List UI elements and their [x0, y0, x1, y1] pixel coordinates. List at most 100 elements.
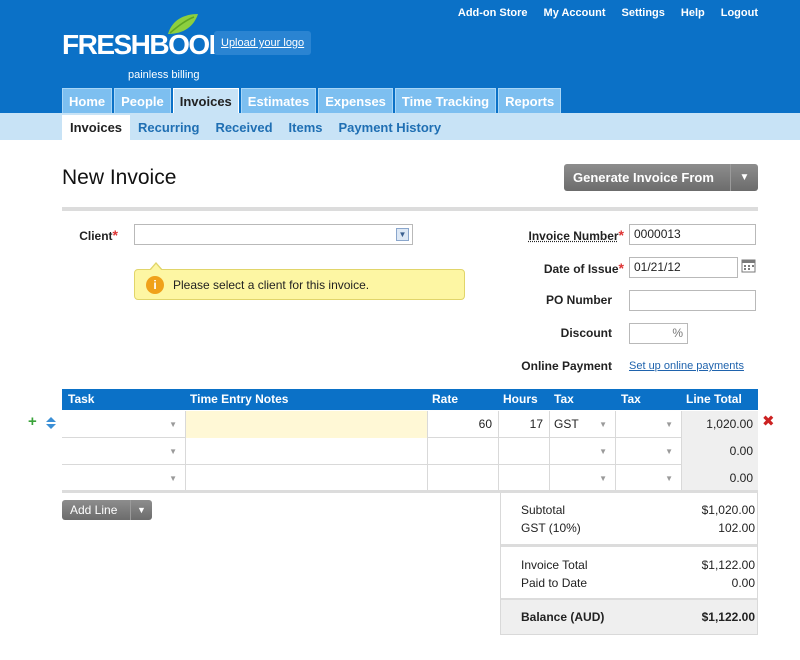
chevron-down-icon[interactable]: ▼	[130, 500, 152, 520]
tooltip-text: Please select a client for this invoice.	[173, 278, 370, 292]
tab-expenses[interactable]: Expenses	[318, 88, 393, 113]
help-link[interactable]: Help	[681, 7, 705, 19]
hours-input[interactable]	[499, 465, 550, 492]
balance-row: Balance (AUD) $1,122.00	[521, 610, 755, 624]
tab-home[interactable]: Home	[62, 88, 113, 113]
table-row: ▼ ▼ ▼ 0.00	[62, 465, 758, 492]
reorder-arrows-icon[interactable]	[45, 416, 57, 430]
tax1-select[interactable]: ▼	[550, 465, 616, 492]
subtotal-row: Subtotal $1,020.00	[521, 503, 755, 517]
chevron-down-icon[interactable]: ▼	[396, 228, 409, 241]
task-select[interactable]: ▼	[62, 465, 186, 492]
hours-input[interactable]	[499, 438, 550, 465]
header-hours: Hours	[503, 392, 538, 406]
date-of-issue-input[interactable]: 01/21/12	[629, 257, 738, 278]
invoice-total-row: Invoice Total $1,122.00	[521, 558, 755, 572]
add-row-icon[interactable]: +	[28, 414, 37, 429]
setup-online-payments-link[interactable]: Set up online payments	[629, 360, 744, 372]
subtotal-label: Subtotal	[521, 503, 566, 517]
chevron-down-icon: ▼	[169, 447, 177, 456]
divider	[62, 207, 758, 211]
subtab-received[interactable]: Received	[207, 115, 280, 140]
chevron-down-icon: ▼	[665, 474, 673, 483]
table-row: ▼ ▼ ▼ 0.00	[62, 438, 758, 465]
generate-invoice-label: Generate Invoice From	[573, 170, 714, 185]
main-nav: Home People Invoices Estimates Expenses …	[62, 88, 562, 113]
add-on-store-link[interactable]: Add-on Store	[458, 7, 528, 19]
tax1-select[interactable]: ▼	[550, 438, 616, 465]
logout-link[interactable]: Logout	[721, 7, 758, 19]
settings-link[interactable]: Settings	[621, 7, 664, 19]
calendar-icon[interactable]	[741, 258, 756, 273]
date-label-text: Date of Issue	[543, 262, 619, 276]
discount-input[interactable]: %	[629, 323, 688, 344]
summary-divider	[501, 544, 757, 547]
paid-to-date-label: Paid to Date	[521, 576, 588, 590]
client-label-text: Client	[79, 229, 113, 243]
task-select[interactable]: ▼	[62, 411, 186, 438]
invoice-number-input[interactable]: 0000013	[629, 224, 756, 245]
info-icon: i	[146, 276, 164, 294]
discount-unit: %	[672, 326, 683, 340]
gst-value: 102.00	[718, 521, 755, 535]
tax1-value: GST	[554, 417, 579, 431]
delete-row-icon[interactable]: ✖	[762, 414, 775, 429]
required-marker: *	[112, 227, 118, 243]
tax2-select[interactable]: ▼	[616, 438, 682, 465]
discount-label: Discount	[560, 326, 612, 340]
invoice-total-value: $1,122.00	[701, 558, 755, 572]
tax2-select[interactable]: ▼	[616, 411, 682, 438]
po-number-input[interactable]	[629, 290, 756, 311]
page-title: New Invoice	[62, 166, 177, 189]
notes-input[interactable]	[186, 411, 428, 438]
gst-row: GST (10%) 102.00	[521, 521, 755, 535]
notes-input[interactable]	[186, 465, 428, 492]
upload-logo-link[interactable]: Upload your logo	[214, 31, 312, 55]
generate-invoice-button[interactable]: Generate Invoice From ▼	[564, 164, 758, 191]
subtab-payment-history[interactable]: Payment History	[331, 115, 450, 140]
chevron-down-icon: ▼	[665, 420, 673, 429]
notes-input[interactable]	[186, 438, 428, 465]
date-of-issue-label: Date of Issue*	[500, 260, 624, 276]
header-time-entry-notes: Time Entry Notes	[190, 392, 289, 406]
subtab-invoices[interactable]: Invoices	[62, 115, 131, 140]
rate-input[interactable]	[428, 438, 499, 465]
tooltip-notch-fill	[150, 264, 162, 271]
header-line-total: Line Total	[686, 392, 742, 406]
subtab-recurring[interactable]: Recurring	[130, 115, 207, 140]
hours-input[interactable]: 17	[499, 411, 550, 438]
table-row: ▼ 60 17 GST ▼ ▼ 1,020.00	[62, 411, 758, 438]
chevron-down-icon: ▼	[599, 420, 607, 429]
line-total: 0.00	[682, 438, 758, 465]
tab-people[interactable]: People	[114, 88, 171, 113]
client-label: Client*	[70, 227, 118, 243]
subtab-items[interactable]: Items	[281, 115, 331, 140]
tax1-select[interactable]: GST ▼	[550, 411, 616, 438]
sub-nav: Invoices Recurring Received Items Paymen…	[62, 115, 449, 140]
rate-input[interactable]	[428, 465, 499, 492]
tab-estimates[interactable]: Estimates	[240, 88, 317, 113]
my-account-link[interactable]: My Account	[544, 7, 606, 19]
paid-to-date-value: 0.00	[731, 576, 755, 590]
invoice-number-label: Invoice Number*	[500, 227, 624, 243]
paid-to-date-row: Paid to Date 0.00	[521, 576, 755, 590]
tab-reports[interactable]: Reports	[498, 88, 562, 113]
balance-label: Balance (AUD)	[521, 610, 605, 624]
tab-invoices[interactable]: Invoices	[172, 88, 239, 113]
chevron-down-icon: ▼	[169, 420, 177, 429]
tab-time-tracking[interactable]: Time Tracking	[394, 88, 497, 113]
table-header: Task Time Entry Notes Rate Hours Tax Tax…	[62, 389, 758, 410]
tax2-select[interactable]: ▼	[616, 465, 682, 492]
rate-input[interactable]: 60	[428, 411, 499, 438]
chevron-down-icon: ▼	[665, 447, 673, 456]
header-tax-2: Tax	[621, 392, 641, 406]
task-select[interactable]: ▼	[62, 438, 186, 465]
invoice-summary: Subtotal $1,020.00 GST (10%) 102.00 Invo…	[500, 493, 758, 635]
add-line-button[interactable]: Add Line ▼	[62, 500, 152, 520]
line-total: 0.00	[682, 465, 758, 492]
client-select[interactable]: ▼	[134, 224, 413, 245]
po-number-label: PO Number	[545, 293, 612, 307]
chevron-down-icon: ▼	[169, 474, 177, 483]
header-rate: Rate	[432, 392, 459, 406]
chevron-down-icon[interactable]: ▼	[730, 164, 758, 191]
